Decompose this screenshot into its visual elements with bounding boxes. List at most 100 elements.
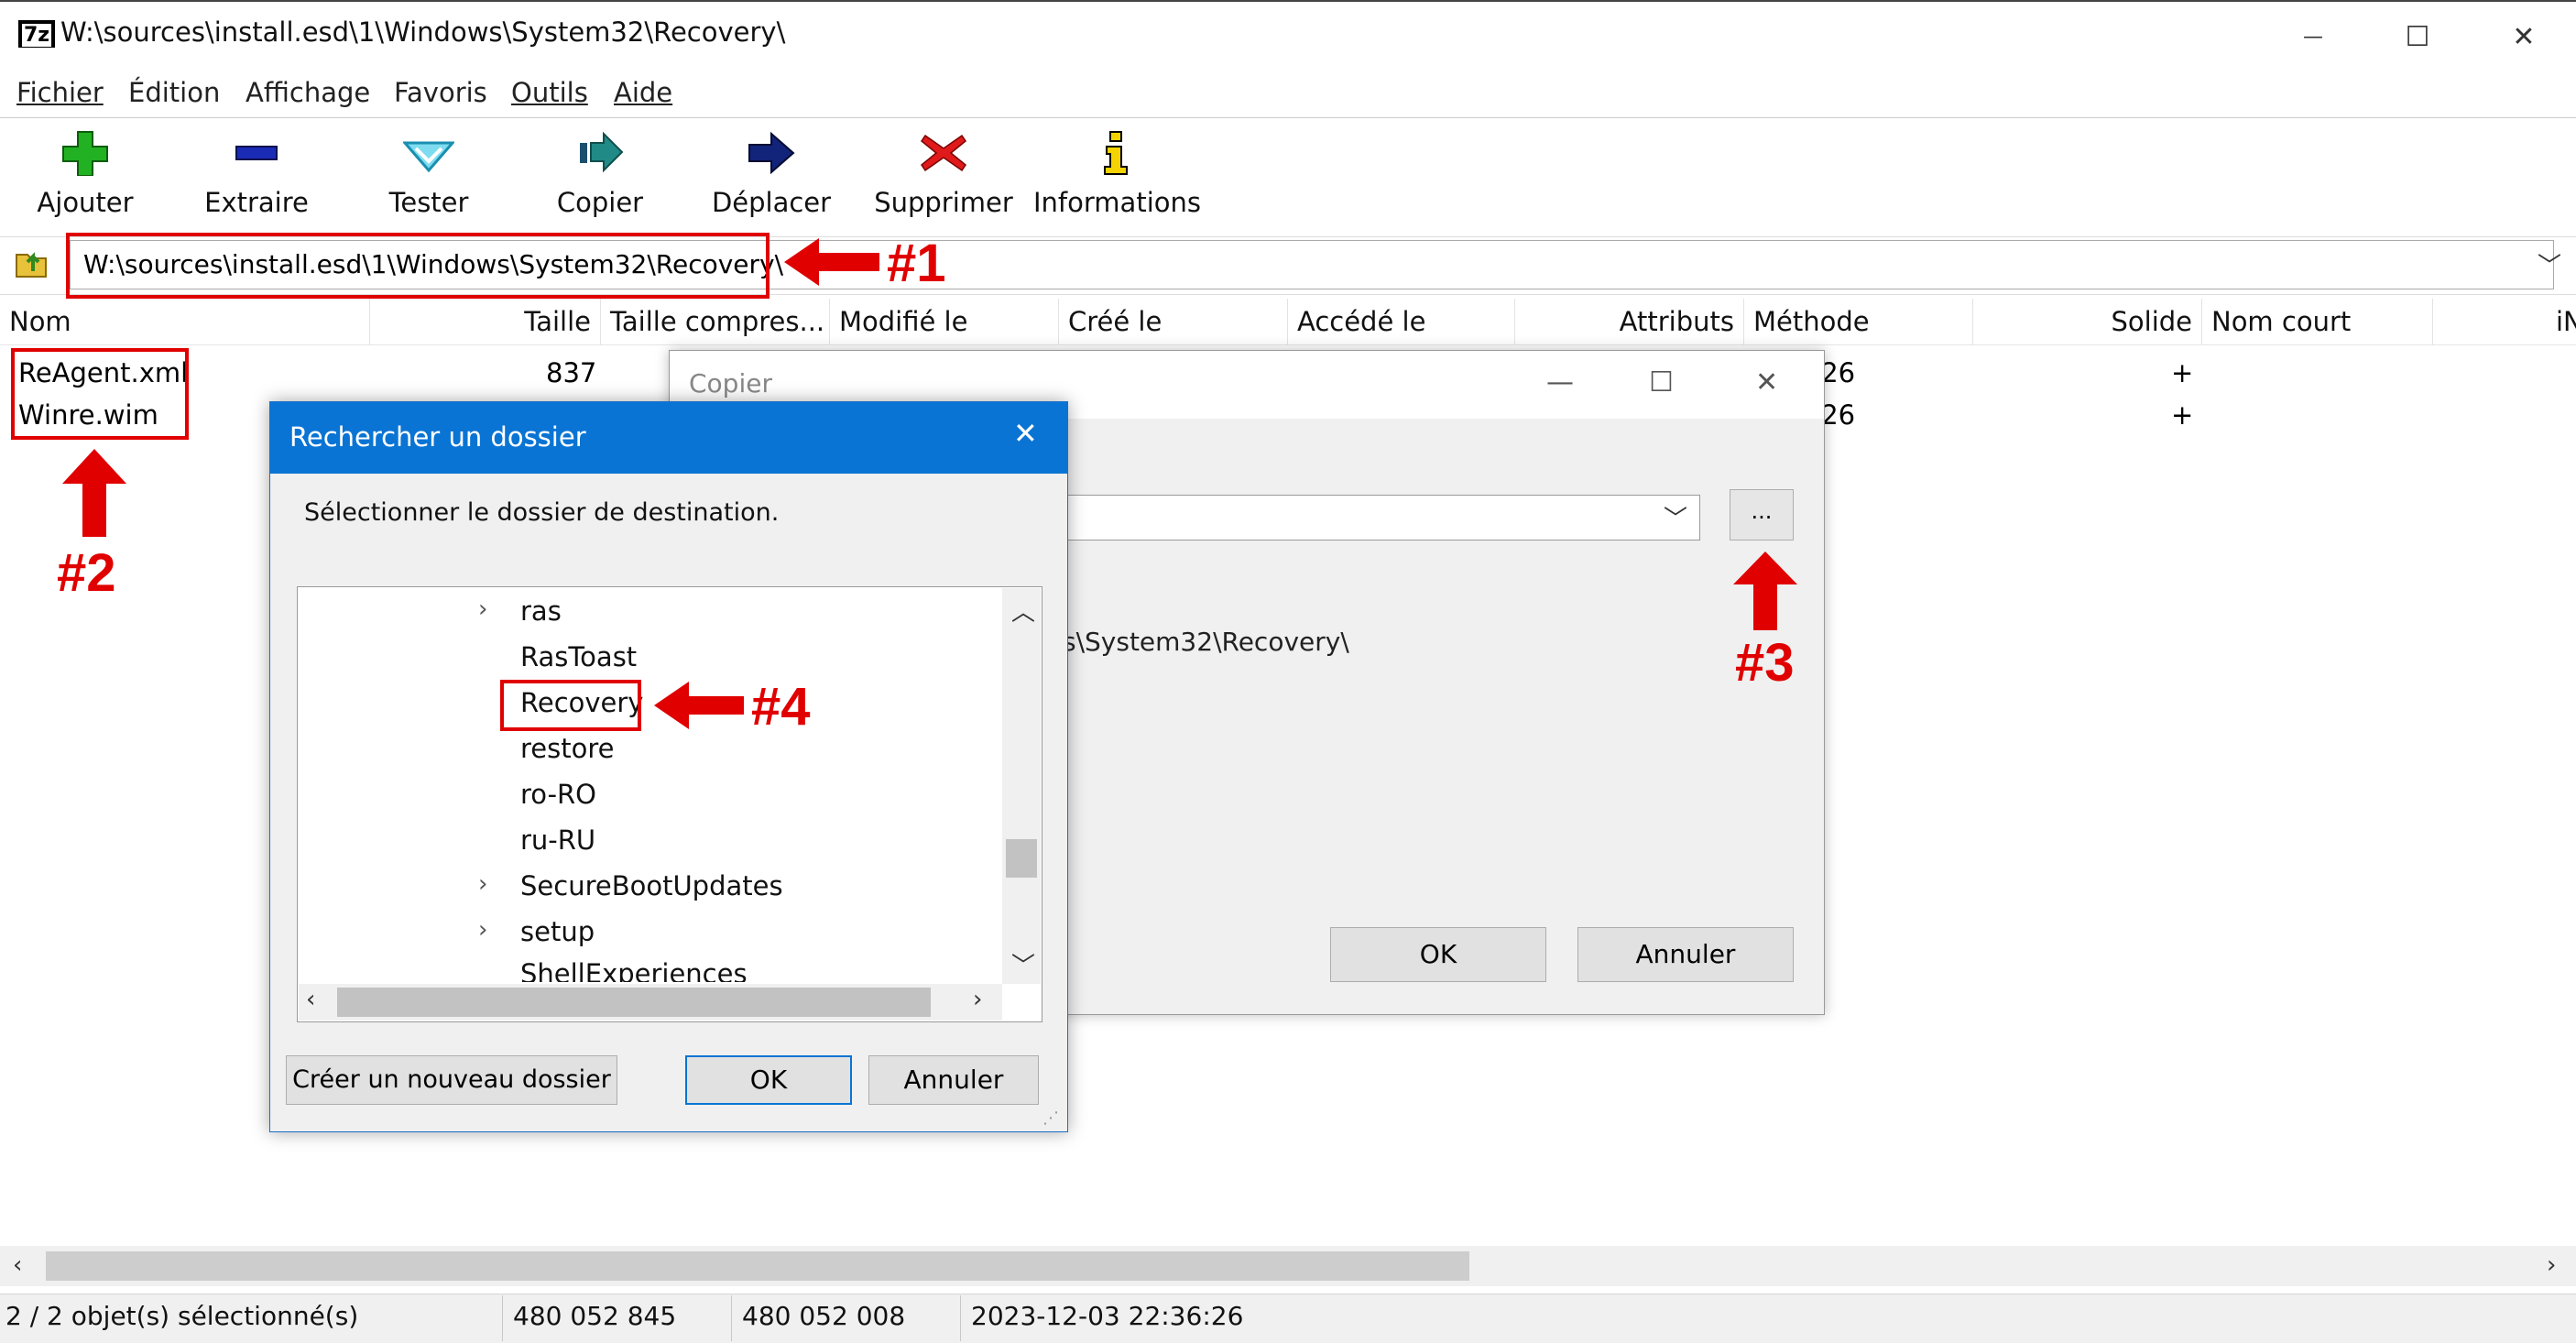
chevron-right-icon[interactable]: › (478, 870, 487, 898)
browse-dialog-title: Rechercher un dossier (289, 421, 586, 453)
copy-cancel-button[interactable]: Annuler (1577, 927, 1794, 982)
annotation-box-files (11, 348, 189, 440)
menu-favoris[interactable]: Favoris (394, 77, 487, 108)
add-button-label: Ajouter (37, 187, 134, 218)
column-header-cree[interactable]: Créé le (1059, 299, 1288, 344)
annotation-box-address (66, 233, 770, 299)
status-size: 480 052 845 (513, 1301, 677, 1331)
chevron-right-icon[interactable]: › (478, 916, 487, 944)
copy-arrow-icon (580, 131, 624, 173)
menu-outils-label: Outils (511, 77, 588, 108)
menu-affichage-label: Affichage (246, 77, 371, 108)
info-icon (1104, 131, 1128, 175)
new-folder-button[interactable]: Créer un nouveau dossier (286, 1055, 617, 1105)
tree-vertical-scroll-thumb[interactable] (1006, 839, 1037, 878)
minimize-button[interactable]: — (2263, 9, 2363, 64)
scroll-down-icon[interactable]: ﹀ (1011, 947, 1035, 981)
status-bar (0, 1294, 2576, 1343)
add-button[interactable]: Ajouter (3, 126, 168, 224)
scroll-right-icon[interactable]: › (973, 986, 982, 1013)
browse-ok-button[interactable]: OK (685, 1055, 852, 1105)
scroll-up-icon[interactable]: ︿ (1011, 594, 1035, 628)
7zip-app-icon: 7z (18, 20, 55, 48)
info-button-label: Informations (1033, 187, 1201, 218)
menu-favoris-label: Favoris (394, 77, 487, 108)
maximize-icon: ☐ (2405, 20, 2430, 53)
scroll-left-icon[interactable]: ‹ (13, 1251, 22, 1279)
info-button[interactable]: Informations (1033, 126, 1201, 224)
scroll-left-icon[interactable]: ‹ (306, 986, 315, 1013)
copy-ok-button[interactable]: OK (1330, 927, 1546, 982)
maximize-button[interactable]: ☐ (2367, 9, 2468, 64)
copy-dialog-title: Copier (689, 368, 772, 399)
file-row-solid: + (2171, 357, 2194, 388)
chevron-down-icon[interactable]: ﹀ (1664, 500, 1687, 534)
column-header-taille[interactable]: Taille (370, 299, 601, 344)
menu-edition[interactable]: Édition (128, 77, 220, 108)
column-header-nom[interactable]: Nom (0, 299, 370, 344)
menu-affichage[interactable]: Affichage (246, 77, 370, 108)
browse-dialog-close-icon[interactable]: ✕ (1013, 416, 1038, 451)
copy-dialog-minimize-icon[interactable]: — (1546, 366, 1574, 399)
annotation-box-recovery (500, 680, 641, 731)
menu-fichier[interactable]: Fichier (16, 77, 104, 108)
extract-minus-icon (235, 146, 278, 160)
tree-item-ro-ro[interactable]: ro-RO (520, 779, 596, 810)
menu-fichier-label: Fichier (16, 77, 104, 108)
close-icon: ✕ (2512, 20, 2536, 53)
menu-outils[interactable]: Outils (511, 77, 588, 108)
tree-item-securebootupdates[interactable]: SecureBootUpdates (520, 870, 783, 901)
window-title: W:\sources\install.esd\1\Windows\System3… (60, 16, 786, 48)
menu-bar (0, 73, 2576, 117)
copy-button-label: Copier (556, 187, 644, 218)
move-button[interactable]: Déplacer (689, 126, 854, 224)
column-header-accede[interactable]: Accédé le (1288, 299, 1515, 344)
tree-item-rastoast[interactable]: RasToast (520, 641, 637, 672)
copy-destination-combo[interactable] (1063, 495, 1700, 540)
column-header-taille-compressee[interactable]: Taille compres... (601, 299, 830, 344)
copy-button[interactable]: Copier (518, 126, 682, 224)
tree-item-setup[interactable]: setup (520, 916, 595, 947)
delete-button-label: Supprimer (874, 187, 1013, 218)
column-header-nom-court[interactable]: Nom court (2202, 299, 2433, 344)
annotation-arrow-left-icon (784, 238, 879, 286)
delete-button[interactable]: Supprimer (861, 126, 1026, 224)
test-check-icon (403, 141, 454, 173)
chevron-right-icon[interactable]: › (478, 595, 487, 623)
add-plus-icon (62, 131, 108, 176)
minimize-icon: — (2303, 25, 2323, 49)
menu-aide-label: Aide (614, 77, 673, 108)
test-button[interactable]: Tester (346, 126, 511, 224)
file-row-size: 837 (546, 357, 597, 388)
tree-item-ru-ru[interactable]: ru-RU (520, 824, 595, 856)
browse-cancel-button[interactable]: Annuler (868, 1055, 1039, 1105)
main-horizontal-scroll-thumb[interactable] (46, 1251, 1469, 1281)
browse-button[interactable]: ... (1730, 489, 1794, 540)
resize-grip-icon[interactable]: ⋰ (1042, 1108, 1059, 1128)
column-header-solide[interactable]: Solide (1973, 299, 2202, 344)
folder-tree[interactable] (297, 586, 1042, 1022)
address-dropdown-icon[interactable]: ﹀ (2538, 247, 2561, 281)
copy-dialog-close-icon[interactable]: ✕ (1755, 366, 1778, 399)
scroll-right-icon[interactable]: › (2547, 1251, 2556, 1279)
copy-source-path: s\System32\Recovery\ (1063, 627, 1349, 657)
close-button[interactable]: ✕ (2473, 9, 2574, 64)
annotation-label-2: #2 (57, 543, 116, 603)
status-selection: 2 / 2 objet(s) sélectionné(s) (5, 1301, 359, 1331)
menu-edition-label: Édition (128, 77, 221, 108)
annotation-arrow-up-icon (62, 449, 126, 537)
column-header-modifie[interactable]: Modifié le (830, 299, 1059, 344)
copy-dialog-maximize-icon[interactable]: ☐ (1649, 366, 1674, 399)
menu-aide[interactable]: Aide (614, 77, 672, 108)
tree-vertical-scrollbar[interactable] (1002, 588, 1041, 984)
annotation-arrow-up-icon (1733, 551, 1797, 630)
extract-button[interactable]: Extraire (174, 126, 339, 224)
column-header-methode[interactable]: Méthode (1744, 299, 1973, 344)
column-header-in[interactable]: iN (2547, 299, 2576, 344)
column-header-attributs[interactable]: Attributs (1515, 299, 1744, 344)
folder-up-icon[interactable] (13, 244, 49, 280)
tree-item-restore[interactable]: restore (520, 733, 614, 764)
tree-horizontal-scroll-thumb[interactable] (337, 988, 931, 1017)
tree-item-ras[interactable]: ras (520, 595, 562, 627)
tree-item-shellexperiences[interactable]: ShellExperiences (520, 958, 748, 982)
